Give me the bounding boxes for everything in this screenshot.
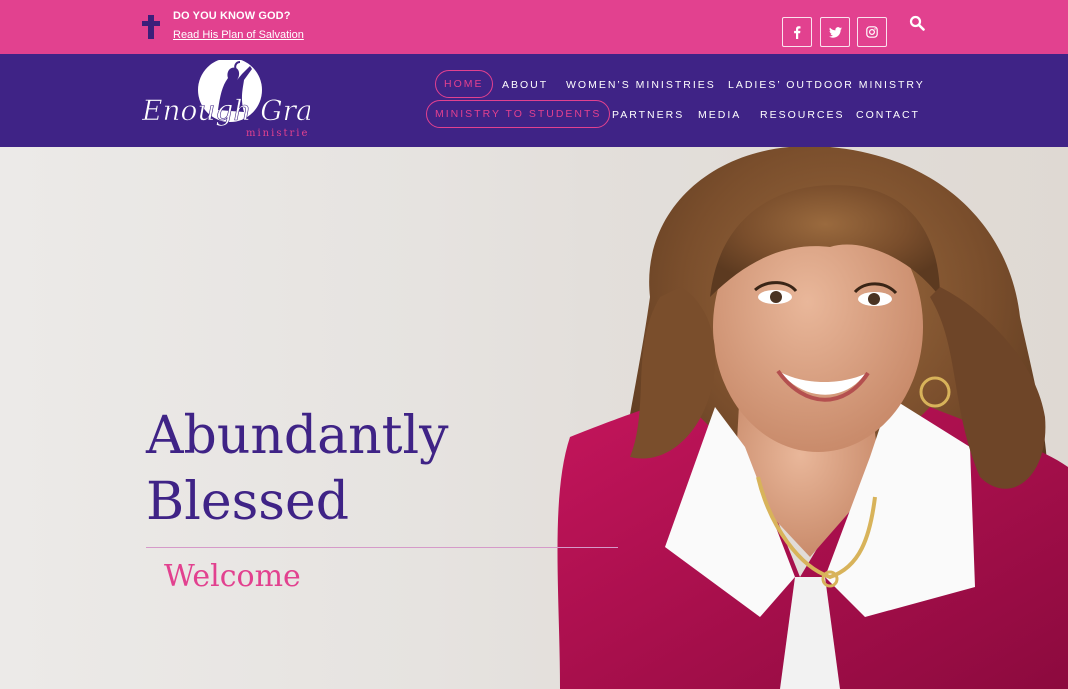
hero-divider [146, 547, 618, 548]
hero-section: Abundantly Blessed Welcome [0, 147, 1068, 689]
main-nav-bar: Enough Grace ministries HOME ABOUT WOMEN… [0, 54, 1068, 147]
hero-title: Abundantly Blessed [146, 403, 449, 535]
search-icon[interactable] [909, 15, 925, 31]
instagram-button[interactable] [857, 17, 887, 47]
nav-resources[interactable]: RESOURCES [760, 109, 845, 121]
portrait-photo [557, 147, 1068, 689]
nav-contact[interactable]: CONTACT [856, 109, 920, 121]
nav-womens-ministries[interactable]: WOMEN’S MINISTRIES [566, 79, 716, 91]
hero-title-line2: Blessed [146, 472, 350, 532]
enough-grace-logo[interactable]: Enough Grace ministries [140, 60, 310, 142]
nav-home[interactable]: HOME [435, 70, 493, 98]
svg-text:ministries: ministries [246, 128, 310, 139]
facebook-button[interactable] [782, 17, 812, 47]
nav-ladies-outdoor-ministry[interactable]: LADIES’ OUTDOOR MINISTRY [728, 79, 925, 91]
nav-partners[interactable]: PARTNERS [612, 109, 684, 121]
nav-ministry-to-students[interactable]: MINISTRY TO STUDENTS [426, 100, 611, 128]
nav-about[interactable]: ABOUT [502, 79, 548, 91]
twitter-icon [828, 26, 842, 38]
twitter-button[interactable] [820, 17, 850, 47]
know-god-heading: DO YOU KNOW GOD? [173, 10, 291, 22]
hero-title-line1: Abundantly [146, 406, 449, 466]
facebook-icon [794, 25, 801, 39]
svg-text:Enough Grace: Enough Grace [141, 94, 310, 127]
instagram-icon [866, 26, 878, 38]
hero-subtitle: Welcome [164, 559, 301, 594]
cross-icon [142, 15, 160, 39]
top-bar: DO YOU KNOW GOD? Read His Plan of Salvat… [0, 0, 1068, 54]
salvation-plan-link[interactable]: Read His Plan of Salvation [173, 29, 304, 41]
nav-media[interactable]: MEDIA [698, 109, 741, 121]
